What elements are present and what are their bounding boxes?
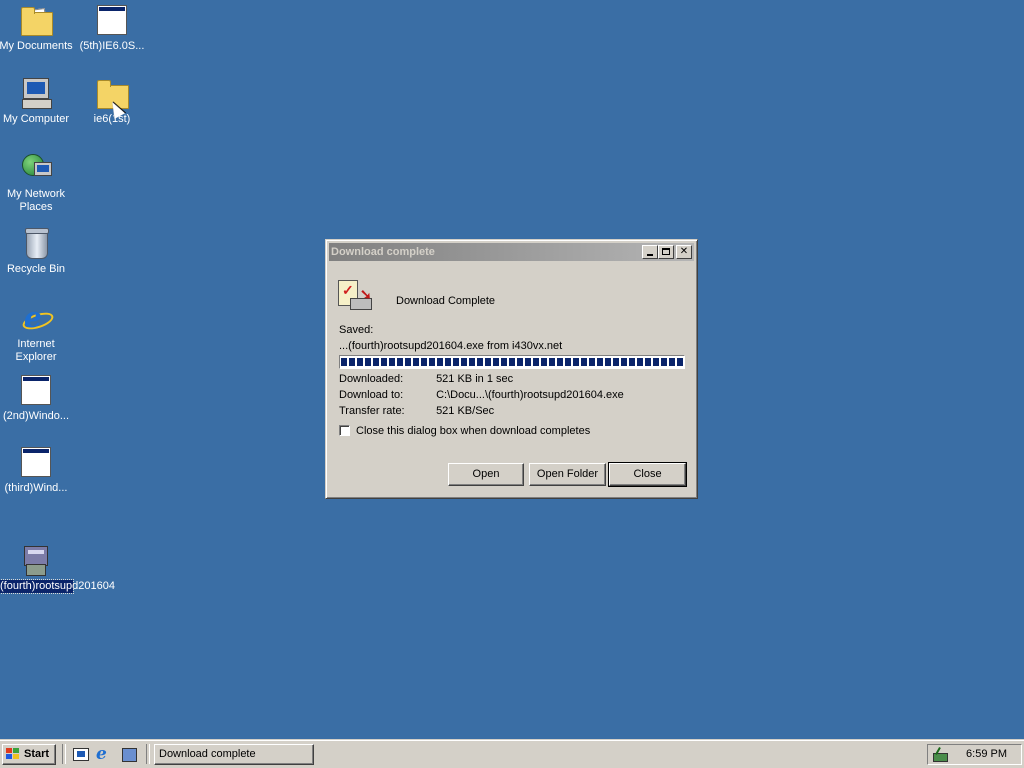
progress-fill — [341, 358, 683, 366]
window-icon — [20, 374, 52, 406]
saved-label: Saved: — [339, 324, 374, 336]
taskbar-clock[interactable]: 6:59 PM — [966, 745, 1007, 764]
my-documents-icon — [20, 4, 53, 36]
desktop-icon-internet-explorer[interactable]: e Internet Explorer — [0, 302, 74, 364]
system-tray: 6:59 PM — [927, 744, 1022, 765]
dialog-title: Download complete — [331, 246, 435, 258]
my-computer-icon — [20, 77, 52, 109]
desktop-icon-5th-ie6[interactable]: (5th)IE6.0S... — [74, 4, 150, 53]
desktop-icon-label: (5th)IE6.0S... — [79, 40, 145, 52]
close-icon: ✕ — [679, 246, 689, 257]
desktop-icon-label: (fourth)rootsupd201604 — [0, 579, 115, 594]
window-icon — [20, 446, 52, 478]
desktop-icon-label: My Network Places — [6, 188, 66, 213]
minimize-icon — [647, 254, 653, 256]
desktop-icon-label: Internet Explorer — [15, 338, 57, 363]
download-progress-bar — [339, 355, 685, 369]
desktop-icon-label: (2nd)Windo... — [2, 410, 70, 422]
transfer-rate-label: Transfer rate: — [339, 405, 405, 417]
maximize-icon — [662, 248, 670, 255]
desktop-icon-label: My Documents — [0, 40, 73, 52]
desktop-icon-my-computer[interactable]: My Computer — [0, 77, 74, 126]
start-label: Start — [24, 748, 50, 760]
transfer-rate-row: Transfer rate: 521 KB/Sec — [339, 405, 494, 417]
download-to-value: C:\Docu...\(fourth)rootsupd201604.exe — [436, 389, 624, 401]
recycle-bin-icon — [20, 227, 52, 259]
downloaded-value: 521 KB in 1 sec — [436, 373, 514, 385]
desktop-icon-recycle-bin[interactable]: Recycle Bin — [0, 227, 74, 276]
downloaded-label: Downloaded: — [339, 373, 404, 385]
tray-network-icon[interactable] — [932, 747, 948, 762]
taskbar: Start e Download complete 6:59 PM — [0, 739, 1024, 768]
checkbox-box[interactable] — [339, 425, 350, 436]
open-button[interactable]: Open — [448, 463, 524, 486]
windows-logo-icon — [6, 748, 20, 760]
maximize-button[interactable] — [658, 245, 674, 259]
download-to-label: Download to: — [339, 389, 404, 401]
desktop-icon-network-places[interactable]: My Network Places — [0, 152, 74, 214]
network-places-icon — [20, 152, 52, 184]
internet-explorer-icon: e — [20, 302, 56, 334]
download-to-row: Download to: C:\Docu...\(fourth)rootsupd… — [339, 389, 624, 401]
desktop-icon-label: Recycle Bin — [6, 263, 66, 275]
close-button[interactable]: Close — [608, 462, 687, 487]
open-folder-button[interactable]: Open Folder — [529, 463, 606, 486]
dialog-heading: Download Complete — [396, 295, 496, 307]
window-icon — [96, 4, 128, 36]
installer-icon — [20, 544, 52, 576]
minimize-button[interactable] — [642, 245, 658, 259]
dialog-titlebar[interactable]: Download complete ✕ — [329, 243, 694, 261]
desktop-icon-2nd-windows[interactable]: (2nd)Windo... — [0, 374, 74, 423]
view-channels-icon[interactable] — [120, 746, 138, 762]
desktop-icon-label: My Computer — [2, 113, 70, 125]
taskbar-separator — [62, 744, 66, 764]
desktop-icon-label: (third)Wind... — [4, 482, 68, 494]
show-desktop-icon[interactable] — [72, 746, 90, 762]
close-when-complete-checkbox[interactable]: Close this dialog box when download comp… — [339, 425, 590, 437]
download-complete-icon: ➘ — [338, 278, 372, 310]
transfer-rate-value: 521 KB/Sec — [436, 405, 495, 417]
start-button[interactable]: Start — [2, 744, 56, 765]
title-close-button[interactable]: ✕ — [676, 245, 692, 259]
taskbar-separator — [146, 744, 150, 764]
saved-file-line: ...(fourth)rootsupd201604.exe from i430v… — [339, 340, 563, 352]
desktop-icon-third-windows[interactable]: (third)Wind... — [0, 446, 74, 495]
quicklaunch-ie-icon[interactable]: e — [96, 746, 114, 763]
checkbox-label: Close this dialog box when download comp… — [356, 425, 591, 437]
desktop-icon-my-documents[interactable]: My Documents — [0, 4, 74, 53]
taskbar-download-complete-button[interactable]: Download complete — [154, 744, 314, 765]
downloaded-row: Downloaded: 521 KB in 1 sec — [339, 373, 513, 385]
download-complete-dialog: Download complete ✕ ➘ Download Complete … — [325, 239, 698, 499]
desktop-icon-fourth-rootsupd[interactable]: (fourth)rootsupd201604 — [0, 544, 115, 594]
